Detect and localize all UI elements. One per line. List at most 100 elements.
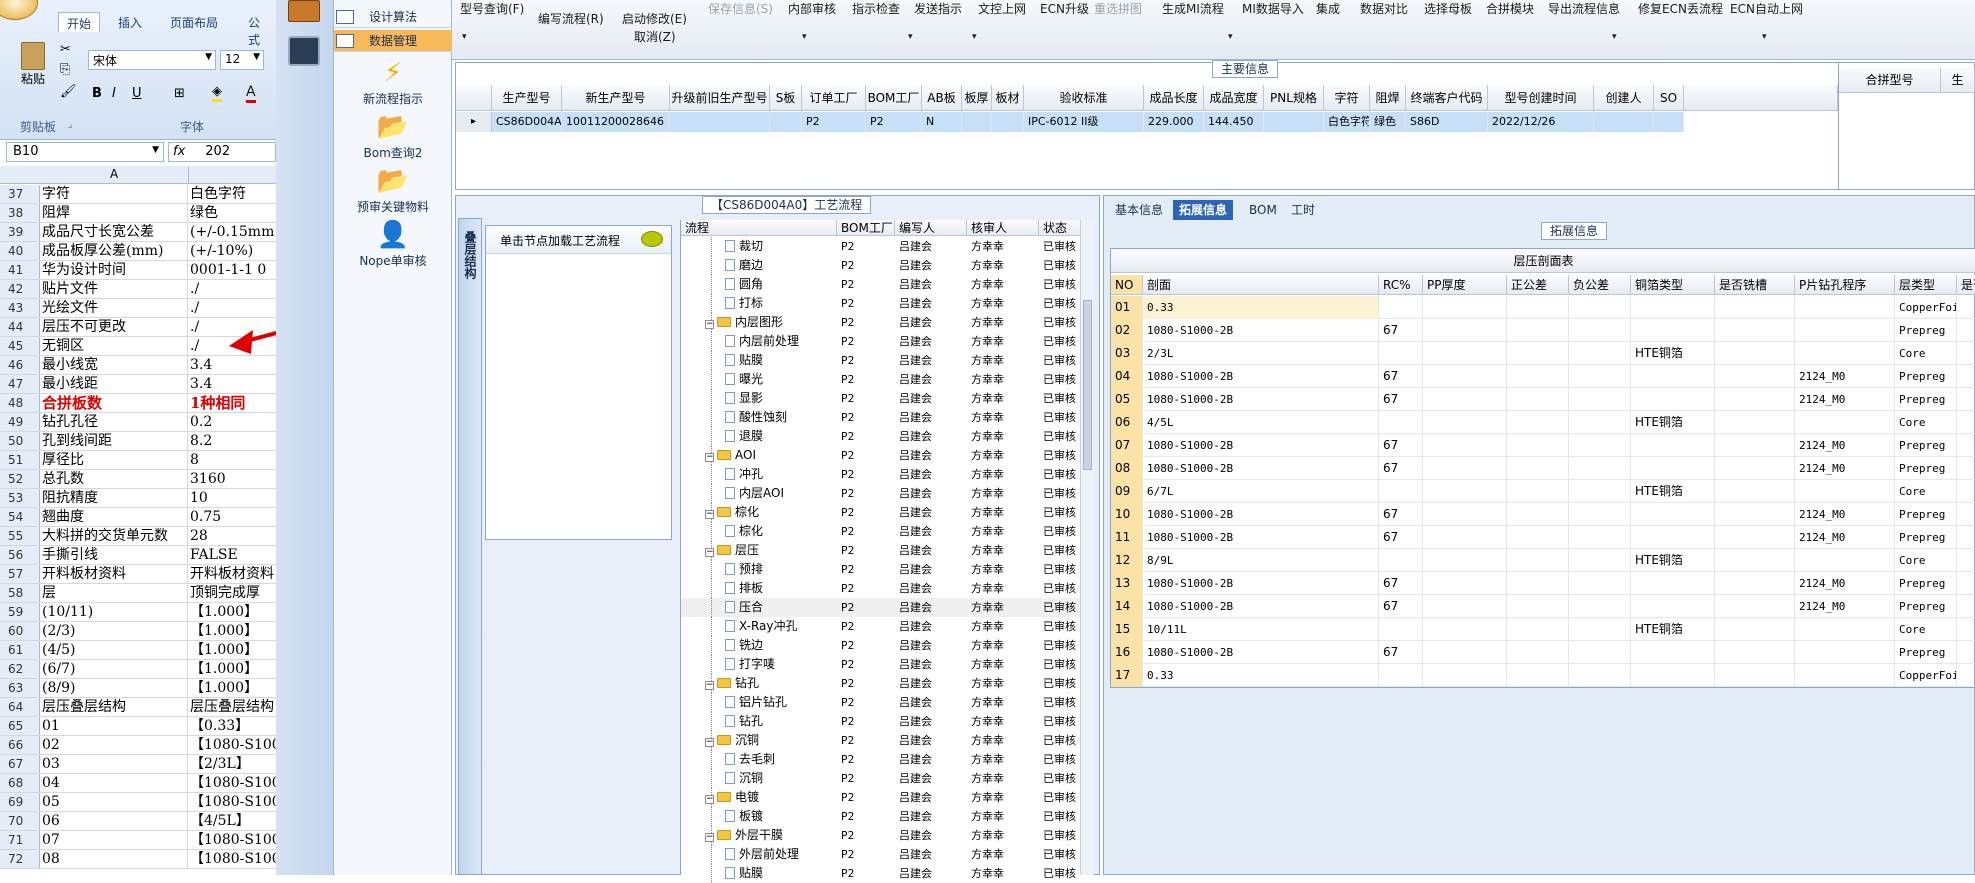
column-header[interactable]: 验收标准 — [1024, 85, 1144, 111]
tree-node[interactable]: 内层AOI P2 吕建会 方幸幸 已审核 — [681, 484, 1081, 503]
column-header[interactable]: 创建人 — [1594, 85, 1654, 111]
grid-cell[interactable]: 绿色 — [1370, 112, 1406, 132]
cell-a[interactable]: (6/7) — [42, 660, 188, 678]
toolbar-button[interactable]: 取消(Z) — [634, 28, 676, 45]
collapse-toggle-icon[interactable]: − — [705, 795, 714, 804]
nav-design-algorithm[interactable]: 设计算法 — [334, 6, 452, 28]
toolbar-button[interactable]: MI数据导入 — [1242, 0, 1304, 17]
tree-leaf-node[interactable]: 冲孔 — [725, 465, 837, 484]
row-number[interactable]: 54 — [0, 508, 40, 526]
grid-cell[interactable]: 10011200028646 — [562, 112, 670, 132]
row-number[interactable]: 70 — [0, 812, 40, 830]
tree-node[interactable]: − 电镀 P2 吕建会 方幸幸 已审核 — [681, 788, 1081, 807]
row-number[interactable]: 71 — [0, 831, 40, 849]
cell-b[interactable]: 白色字符 — [190, 185, 276, 203]
toolbar-button[interactable]: 选择母板 — [1424, 0, 1472, 17]
row-number[interactable]: 67 — [0, 755, 40, 773]
node-hint-box[interactable]: 单击节点加载工艺流程 — [485, 225, 672, 540]
cell-a[interactable]: 08 — [42, 850, 188, 868]
column-header[interactable]: 生产型号 — [492, 85, 562, 111]
tree-leaf-node[interactable]: 内层AOI — [725, 484, 837, 503]
tree-folder-node[interactable]: − 沉铜 — [705, 731, 837, 750]
stackup-row[interactable]: 10 1080-S1000-2B 67 2124_M0 Prepreg — [1111, 503, 1975, 526]
row-number[interactable]: 45 — [0, 337, 40, 355]
fill-color-icon[interactable]: ◈ — [212, 84, 222, 102]
ribbon-tab-formula[interactable]: 公式 — [240, 12, 276, 47]
row-number[interactable]: 66 — [0, 736, 40, 754]
grid-cell[interactable] — [962, 112, 992, 132]
dropdown-arrow-icon[interactable]: ▾ — [1228, 32, 1233, 42]
stackup-row[interactable]: 15 10/11L HTE铜箔 Core — [1111, 618, 1975, 641]
tree-node[interactable]: 打字唛 P2 吕建会 方幸幸 已审核 — [681, 655, 1081, 674]
nav-new-process[interactable]: ⚡ 新流程指示 — [334, 58, 452, 107]
cell-b[interactable]: 0001-1-1 0 — [190, 261, 276, 279]
toolbar-button[interactable]: 指示检查 — [852, 0, 900, 17]
grid-cell[interactable]: IPC-6012 II级 — [1024, 112, 1144, 132]
copy-icon[interactable]: ⎘ — [60, 62, 70, 77]
tree-leaf-node[interactable]: 退膜 — [725, 427, 837, 446]
detail-tab[interactable]: 基本信息 — [1109, 200, 1169, 220]
formula-bar[interactable]: fx 202 — [168, 142, 276, 162]
tree-leaf-node[interactable]: 显影 — [725, 389, 837, 408]
row-number[interactable]: 64 — [0, 698, 40, 716]
row-number[interactable]: 72 — [0, 850, 40, 868]
cell-b[interactable]: 【1.000】 — [190, 641, 276, 659]
grid-cell[interactable]: N — [922, 112, 962, 132]
cut-icon[interactable]: ✂ — [60, 42, 71, 57]
cell-b[interactable]: 8.2 — [190, 432, 276, 450]
tree-leaf-node[interactable]: 贴膜 — [725, 864, 837, 883]
cell-a[interactable]: 最小线距 — [42, 375, 188, 393]
tree-leaf-node[interactable]: 铝片钻孔 — [725, 693, 837, 712]
cell-a[interactable]: 手撕引线 — [42, 546, 188, 564]
cell-b[interactable]: 顶铜完成厚 — [190, 584, 276, 602]
dropdown-arrow-icon[interactable]: ▾ — [1612, 32, 1617, 42]
column-header[interactable]: 订单工厂 — [802, 85, 866, 111]
cell-b[interactable]: 【0.33】 — [190, 717, 276, 735]
cell-a[interactable]: 层 — [42, 584, 188, 602]
grid-cell[interactable]: S86D — [1406, 112, 1488, 132]
cell-a[interactable]: 成品板厚公差(mm) — [42, 242, 188, 260]
cell-b[interactable]: 层压叠层结构 — [190, 698, 276, 716]
collapse-toggle-icon[interactable]: − — [705, 453, 714, 462]
cell-b[interactable]: 0.75 — [190, 508, 276, 526]
stackup-row[interactable]: 010.33 CopperFoil — [1111, 296, 1975, 319]
row-number[interactable]: 60 — [0, 622, 40, 640]
collapse-toggle-icon[interactable]: − — [705, 510, 714, 519]
stackup-row[interactable]: 14 1080-S1000-2B 67 2124_M0 Prepreg — [1111, 595, 1975, 618]
column-header[interactable]: S板 — [770, 85, 802, 111]
grid-cell[interactable] — [1264, 112, 1324, 132]
tree-node[interactable]: 压合 P2 吕建会 方幸幸 已审核 — [681, 598, 1081, 617]
cell-a[interactable]: 阻焊 — [42, 204, 188, 222]
cell-b[interactable]: 【1080-S100 — [190, 831, 276, 849]
column-header[interactable]: 板厚 — [962, 85, 992, 111]
cell-a[interactable]: 厚径比 — [42, 451, 188, 469]
stackup-row[interactable]: 05 1080-S1000-2B 67 2124_M0 Prepreg — [1111, 388, 1975, 411]
toolbar-button[interactable]: 启动修改(E) — [622, 10, 687, 27]
font-size-select[interactable]: 12 ▼ — [220, 50, 264, 70]
toolbar-button[interactable]: 保存信息(S) — [708, 0, 773, 17]
row-number[interactable]: 68 — [0, 774, 40, 792]
cell-b[interactable]: 【1080-S100 — [190, 793, 276, 811]
toolbar-button[interactable]: 集成 — [1316, 0, 1340, 17]
stackup-column-header[interactable]: P片钻孔程序 — [1795, 275, 1895, 295]
grid-cell[interactable] — [1594, 112, 1654, 132]
cell-a[interactable]: 光绘文件 — [42, 299, 188, 317]
tree-leaf-node[interactable]: 沉铜 — [725, 769, 837, 788]
tree-leaf-node[interactable]: 去毛刺 — [725, 750, 837, 769]
cell-b[interactable]: 8 — [190, 451, 276, 469]
toolbar-button[interactable]: 重选拼图 — [1094, 0, 1142, 17]
toolbar-button[interactable]: 数据对比 — [1360, 0, 1408, 17]
row-number[interactable]: 42 — [0, 280, 40, 298]
tree-node[interactable]: 预排 P2 吕建会 方幸幸 已审核 — [681, 560, 1081, 579]
cell-a[interactable]: 层压叠层结构 — [42, 698, 188, 716]
row-number[interactable]: 50 — [0, 432, 40, 450]
stackup-row[interactable]: 11 1080-S1000-2B 67 2124_M0 Prepreg — [1111, 526, 1975, 549]
tree-node[interactable]: 铣边 P2 吕建会 方幸幸 已审核 — [681, 636, 1081, 655]
row-number[interactable]: 61 — [0, 641, 40, 659]
tree-leaf-node[interactable]: X-Ray冲孔 — [725, 617, 837, 636]
cell-a[interactable]: 成品尺寸长宽公差 — [42, 223, 188, 241]
stackup-column-header[interactable]: 剖面 — [1143, 275, 1379, 295]
tree-folder-node[interactable]: − 棕化 — [705, 503, 837, 522]
row-number[interactable]: 52 — [0, 470, 40, 488]
cell-b[interactable]: 【1080-S100 — [190, 850, 276, 868]
